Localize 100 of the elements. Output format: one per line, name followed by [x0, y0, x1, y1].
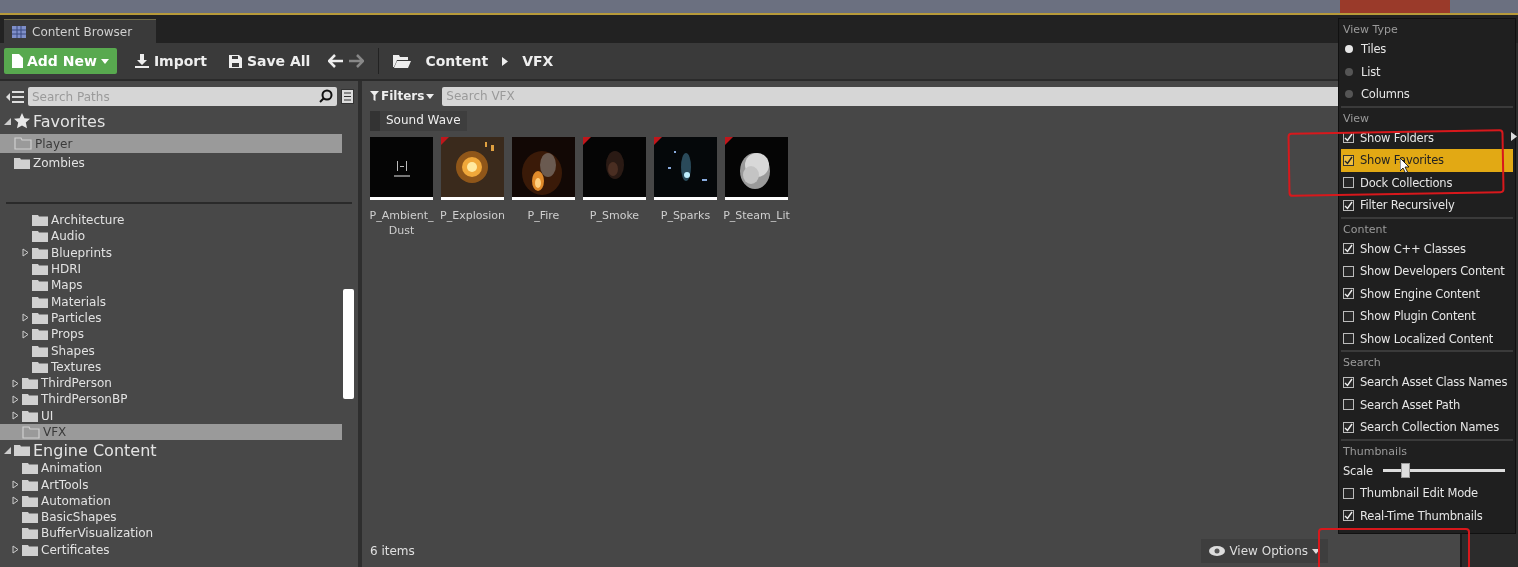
menu-option[interactable]: Search Asset Path [1341, 393, 1513, 416]
asset-name: P_Ambient_Dust [368, 208, 435, 238]
menu-option[interactable]: Search Collection Names [1341, 416, 1513, 439]
folder-icon [22, 511, 38, 524]
import-button[interactable]: Import [130, 48, 211, 74]
folder-tree-item[interactable]: Automation [0, 492, 342, 510]
favorite-folder-item[interactable]: Player [0, 134, 342, 153]
folder-tree-item[interactable]: Shapes [0, 342, 342, 359]
menu-option[interactable]: Show C++ Classes [1341, 237, 1513, 260]
folder-icon [22, 478, 38, 491]
search-icon[interactable] [319, 89, 333, 103]
breadcrumb-link[interactable]: Content [425, 53, 489, 69]
favorites-heading: Favorites [33, 111, 106, 131]
caret-icon [1312, 548, 1320, 554]
folder-icon [22, 527, 38, 540]
menu-section-heading: Search [1341, 350, 1513, 371]
back-arrow-icon[interactable] [328, 54, 345, 68]
caret-icon [426, 93, 435, 99]
favorite-folder-item[interactable]: Zombies [0, 153, 342, 172]
checkbox[interactable] [1343, 154, 1354, 166]
folder-tree-item[interactable]: BufferVisualization [0, 525, 342, 542]
checkbox[interactable] [1343, 510, 1354, 522]
flag-icon [441, 137, 449, 145]
folder-icon [32, 311, 48, 324]
collapse-arrow-icon[interactable] [4, 117, 11, 125]
save-all-button[interactable]: Save All [224, 48, 315, 74]
checkbox[interactable] [1343, 243, 1354, 255]
search-paths-field[interactable]: Search Paths [28, 87, 337, 106]
folder-icon [32, 230, 48, 243]
collapse-arrow-icon[interactable] [4, 446, 11, 454]
view-type-option[interactable]: List [1341, 60, 1513, 83]
folder-tree-item[interactable]: HDRI [0, 260, 342, 278]
folder-tree-item[interactable]: Certificates [0, 541, 342, 558]
open-folder-icon [14, 444, 30, 457]
view-options-button[interactable]: View Options [1201, 539, 1328, 563]
asset-thumbnail[interactable] [725, 137, 788, 200]
checkbox[interactable] [1343, 132, 1354, 144]
checkbox[interactable] [1343, 399, 1354, 411]
funnel-icon [370, 91, 379, 101]
checkbox[interactable] [1343, 376, 1354, 388]
sources-toggle-icon[interactable] [6, 89, 24, 104]
asset-thumbnail[interactable] [370, 137, 433, 200]
asset-thumbnail[interactable] [654, 137, 717, 200]
checkbox[interactable] [1343, 310, 1354, 322]
asset-thumbnail[interactable] [441, 137, 504, 200]
menu-option[interactable]: Show Localized Content [1341, 327, 1513, 350]
asset-thumbnail[interactable] [512, 137, 575, 200]
menu-option[interactable]: Show Plugin Content [1341, 305, 1513, 328]
menu-option[interactable]: Show Developers Content [1341, 260, 1513, 283]
checkbox[interactable] [1343, 333, 1354, 345]
menu-option[interactable]: Filter Recursively [1341, 194, 1513, 217]
menu-option[interactable]: Show Folders [1341, 126, 1513, 149]
expand-arrow-icon[interactable] [12, 545, 19, 555]
folder-tree-item[interactable]: UI [0, 407, 342, 424]
folder-tree-item[interactable]: BasicShapes [0, 509, 342, 526]
folder-tree-item[interactable]: Blueprints [0, 244, 342, 261]
filter-chip[interactable]: Sound Wave [370, 111, 467, 131]
eye-icon [1209, 546, 1226, 556]
menu-option[interactable]: Show Engine Content [1341, 282, 1513, 305]
scrollbar-thumb[interactable] [343, 289, 354, 399]
menu-option[interactable]: Real-Time Thumbnails [1341, 504, 1513, 527]
folder-icon [32, 263, 48, 276]
folder-tree-item[interactable]: ArtTools [0, 476, 342, 493]
menu-option[interactable]: Thumbnail Edit Mode [1341, 482, 1513, 505]
view-type-option[interactable]: Tiles [1341, 38, 1513, 61]
folder-tree-item[interactable]: ThirdPersonBP [0, 391, 342, 408]
download-icon [134, 54, 149, 68]
menu-section-heading: Thumbnails [1341, 438, 1513, 460]
folder-tree-item[interactable]: Props [0, 326, 342, 343]
tab-title: Content Browser [32, 24, 133, 39]
filters-button[interactable]: Filters [370, 89, 435, 103]
checkbox[interactable] [1343, 199, 1354, 211]
folder-tree-item[interactable]: ThirdPerson [0, 374, 342, 392]
submenu-arrow-icon [1511, 132, 1517, 144]
folder-tree-item[interactable]: Architecture [0, 212, 342, 229]
checkbox[interactable] [1343, 265, 1354, 277]
expand-arrow-icon[interactable] [22, 248, 29, 258]
checkbox[interactable] [1343, 421, 1354, 433]
folder-tree-item[interactable]: Maps [0, 277, 342, 294]
folder-icon [22, 462, 38, 475]
folder-tree-item[interactable]: VFX [0, 423, 342, 441]
list-view-icon[interactable] [341, 89, 354, 104]
folder-tree-item[interactable]: Textures [0, 358, 342, 375]
menu-section-heading: View Type [1342, 22, 1399, 38]
folder-tree-item[interactable]: Animation [0, 460, 342, 477]
breadcrumb-link[interactable]: VFX [522, 53, 554, 69]
checkbox[interactable] [1343, 487, 1354, 499]
folder-tree-item[interactable]: Particles [0, 309, 342, 327]
folder-icon [14, 137, 32, 150]
slider-thumb[interactable] [1400, 463, 1410, 479]
folder-icon [32, 246, 48, 259]
menu-option[interactable]: Search Asset Class Names [1341, 371, 1513, 394]
checkbox[interactable] [1343, 288, 1354, 300]
grid-icon [12, 25, 26, 38]
flag-icon [654, 137, 662, 145]
checkbox[interactable] [1343, 177, 1354, 189]
folder-tree-item[interactable]: Materials [0, 293, 342, 310]
content-browser-tab[interactable]: Content Browser [4, 19, 156, 43]
asset-thumbnail[interactable] [583, 137, 646, 200]
folder-tree-item[interactable]: Audio [0, 228, 342, 245]
